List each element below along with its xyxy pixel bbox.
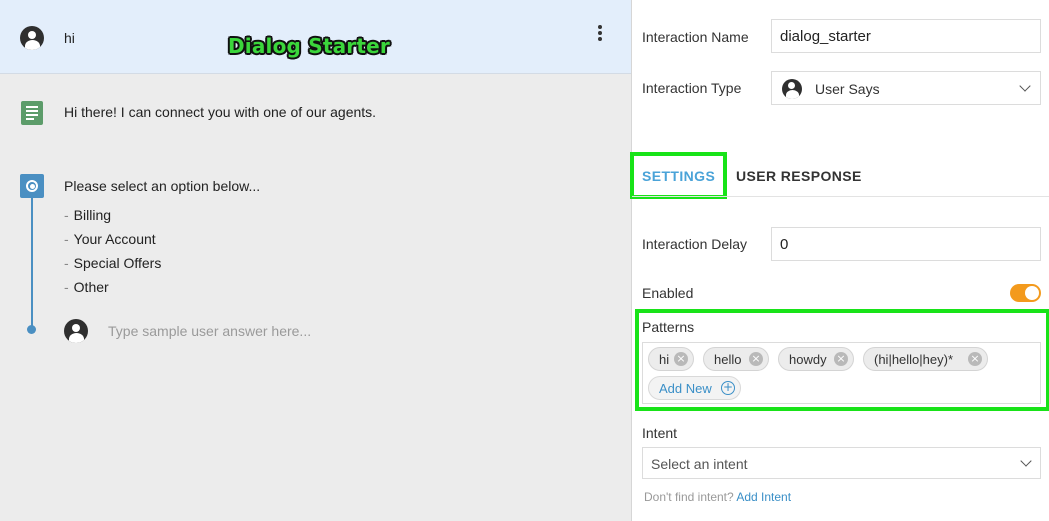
option-item[interactable]: - Your Account — [64, 231, 161, 255]
chevron-down-icon — [1019, 80, 1031, 92]
user-avatar-icon — [20, 26, 44, 50]
interaction-type-label: Interaction Type — [642, 80, 742, 96]
pattern-chip: hello × — [703, 347, 769, 371]
header-user-text[interactable]: hi — [64, 30, 75, 46]
timeline-connector — [31, 198, 33, 328]
option-item[interactable]: - Other — [64, 279, 161, 303]
remove-pattern-icon[interactable]: × — [968, 352, 982, 366]
remove-pattern-icon[interactable]: × — [834, 352, 848, 366]
tabs-divider — [632, 196, 1049, 197]
interaction-name-input[interactable] — [771, 19, 1041, 53]
chevron-down-icon — [1020, 455, 1032, 467]
patterns-input[interactable]: hi × hello × howdy × (hi|hello|hey)* × A… — [642, 342, 1041, 404]
enabled-toggle[interactable] — [1010, 284, 1041, 302]
tab-user-response[interactable]: USER RESPONSE — [736, 168, 862, 184]
intent-select[interactable]: Select an intent — [642, 447, 1041, 479]
enabled-label: Enabled — [642, 285, 694, 301]
remove-pattern-icon[interactable]: × — [674, 352, 688, 366]
plus-circle-icon: + — [721, 380, 735, 395]
tab-settings[interactable]: SETTINGS — [642, 168, 715, 184]
intent-footnote: Don't find intent? Add Intent — [644, 490, 792, 504]
dialog-title-overlay: Dialog Starter — [228, 34, 390, 58]
kebab-menu-icon[interactable] — [594, 25, 606, 45]
pattern-chip: howdy × — [778, 347, 854, 371]
properties-panel: Interaction Name Interaction Type User S… — [630, 0, 1049, 521]
interaction-type-value: User Says — [815, 81, 880, 97]
pattern-chip: (hi|hello|hey)* × — [863, 347, 988, 371]
document-icon — [21, 101, 43, 125]
dialog-header: hi Dialog Starter — [0, 0, 631, 74]
interaction-type-select[interactable]: User Says — [771, 71, 1041, 105]
user-says-icon — [782, 79, 802, 99]
dialog-canvas: hi Dialog Starter Hi there! I can connec… — [0, 0, 631, 521]
intent-placeholder: Select an intent — [651, 456, 748, 472]
options-list: - Billing - Your Account - Special Offers -… — [64, 207, 161, 303]
remove-pattern-icon[interactable]: × — [749, 352, 763, 366]
options-prompt-text[interactable]: Please select an option below... — [64, 178, 260, 194]
interaction-delay-label: Interaction Delay — [642, 236, 748, 252]
sample-user-answer-input[interactable] — [108, 323, 408, 339]
add-new-pattern-button[interactable]: Add New + — [648, 376, 741, 400]
intent-label: Intent — [642, 425, 678, 441]
timeline-dot — [27, 325, 36, 334]
bot-message-text[interactable]: Hi there! I can connect you with one of … — [64, 104, 376, 120]
pattern-chip: hi × — [648, 347, 694, 371]
patterns-label: Patterns — [642, 319, 695, 335]
option-item[interactable]: - Billing — [64, 207, 161, 231]
interaction-delay-input[interactable] — [771, 227, 1041, 261]
radio-options-icon — [20, 174, 44, 198]
interaction-name-label: Interaction Name — [642, 29, 749, 45]
option-item[interactable]: - Special Offers — [64, 255, 161, 279]
user-avatar-icon — [64, 319, 88, 343]
add-intent-link[interactable]: Add Intent — [736, 490, 791, 504]
